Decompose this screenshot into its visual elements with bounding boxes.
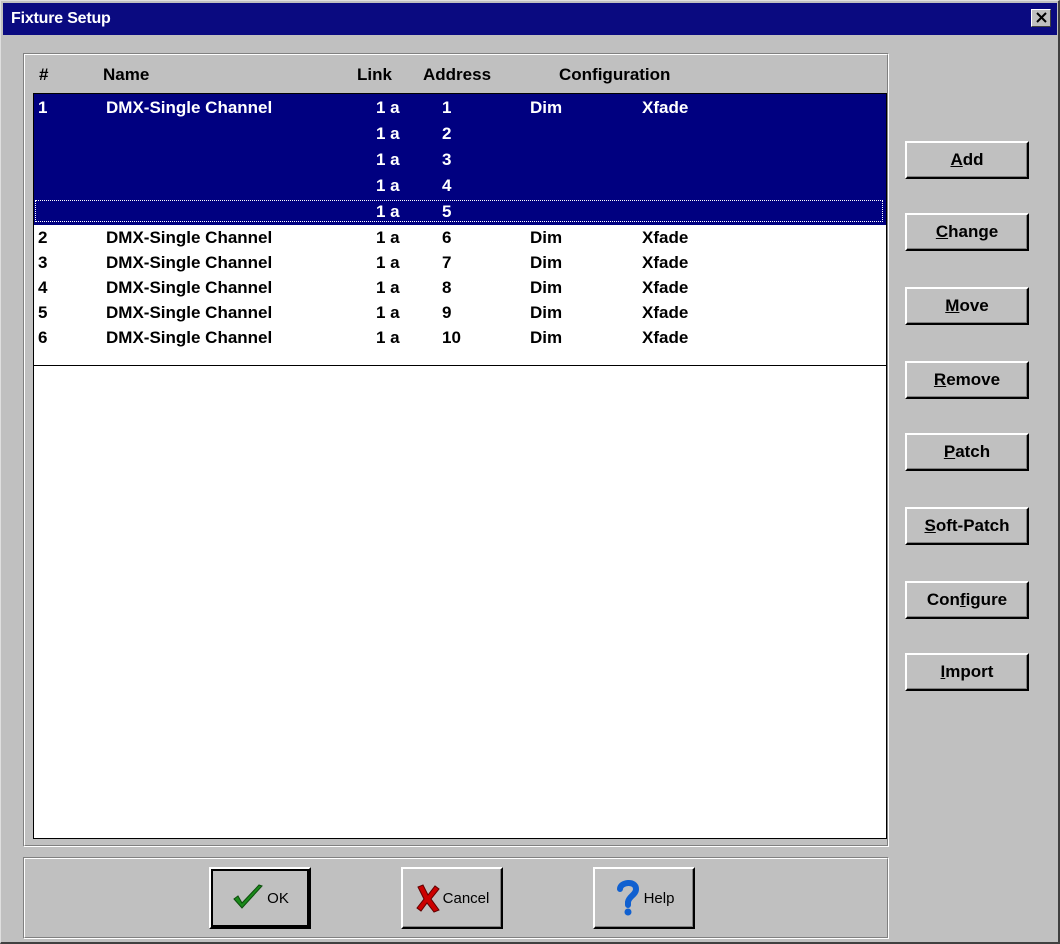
header-link: Link — [357, 65, 392, 84]
list-item[interactable]: 1 DMX-Single Channel 1 a 1 Dim Xfade — [34, 96, 886, 121]
header-address: Address — [423, 65, 492, 84]
list-item[interactable]: 1 a 5 — [34, 200, 886, 225]
header-name: Name — [103, 65, 150, 84]
fixture-link: 1 a — [376, 150, 400, 169]
fixture-address: 10 — [442, 328, 461, 347]
ok-label: OK — [267, 889, 289, 907]
fixture-link: 1 a — [376, 124, 400, 143]
fixture-address: 8 — [442, 278, 452, 297]
fixture-number: 6 — [38, 328, 48, 347]
fixture-name: DMX-Single Channel — [106, 228, 273, 247]
window-title: Fixture Setup — [11, 10, 111, 27]
fixture-address: 9 — [442, 303, 452, 322]
fixture-address: 7 — [442, 253, 452, 272]
list-item[interactable]: 3 DMX-Single Channel 1 a 7 Dim Xfade — [34, 251, 886, 276]
fixture-type: Dim — [530, 228, 563, 247]
fixture-number: 5 — [38, 303, 48, 322]
list-item[interactable]: 1 a 3 — [34, 148, 886, 173]
cancel-button[interactable]: Cancel — [401, 867, 503, 929]
list-item[interactable]: 1 a 4 — [34, 174, 886, 199]
fixture-type: Dim — [530, 253, 563, 272]
title-bar[interactable]: Fixture Setup — [3, 3, 1057, 35]
list-item[interactable]: 6 DMX-Single Channel 1 a 10 Dim Xfade — [34, 326, 886, 351]
question-mark-icon — [614, 879, 642, 917]
fixture-type: Dim — [530, 328, 563, 347]
cancel-label: Cancel — [442, 889, 490, 907]
fixture-name: DMX-Single Channel — [106, 253, 273, 272]
change-button[interactable]: Change — [905, 213, 1029, 251]
patch-button[interactable]: Patch — [905, 433, 1029, 471]
fixture-number: 2 — [38, 228, 48, 247]
move-button[interactable]: Move — [905, 287, 1029, 325]
fixture-type: Dim — [530, 303, 563, 322]
fixture-name: DMX-Single Channel — [106, 98, 273, 117]
fixture-address: 3 — [442, 150, 452, 169]
fixture-link: 1 a — [376, 98, 400, 117]
fixture-link: 1 a — [376, 303, 400, 322]
list-item[interactable]: 5 DMX-Single Channel 1 a 9 Dim Xfade — [34, 301, 886, 326]
fixture-number: 3 — [38, 253, 48, 272]
fixture-link: 1 a — [376, 202, 400, 221]
red-x-icon — [415, 883, 441, 913]
fixture-name: DMX-Single Channel — [106, 278, 273, 297]
soft-patch-button[interactable]: Soft-Patch — [905, 507, 1029, 545]
list-item[interactable]: 1 a 2 — [34, 122, 886, 147]
fixture-address: 1 — [442, 98, 452, 117]
fixture-address: 2 — [442, 124, 452, 143]
fixture-mode: Xfade — [642, 253, 689, 272]
fixture-address: 5 — [442, 202, 452, 221]
configure-button[interactable]: Con f igure — [905, 581, 1029, 619]
fixture-number: 1 — [38, 98, 48, 117]
import-button[interactable]: Import — [905, 653, 1029, 691]
fixture-type: Dim — [530, 98, 563, 117]
fixture-address: 6 — [442, 228, 452, 247]
fixture-mode: Xfade — [642, 228, 689, 247]
fixture-mode: Xfade — [642, 278, 689, 297]
help-label: Help — [643, 889, 675, 907]
fixture-mode: Xfade — [642, 328, 689, 347]
list-item[interactable]: 4 DMX-Single Channel 1 a 8 Dim Xfade — [34, 276, 886, 301]
fixture-address: 4 — [442, 176, 452, 195]
fixture-type: Dim — [530, 278, 563, 297]
ok-button[interactable]: OK — [209, 867, 311, 929]
fixture-mode: Xfade — [642, 98, 689, 117]
add-button[interactable]: Add — [905, 141, 1029, 179]
fixture-link: 1 a — [376, 278, 400, 297]
checkmark-icon — [231, 882, 265, 914]
fixture-name: DMX-Single Channel — [106, 303, 273, 322]
help-button[interactable]: Help — [593, 867, 695, 929]
fixture-link: 1 a — [376, 328, 400, 347]
list-header: # Name Link Address Configuration — [37, 65, 887, 89]
fixture-link: 1 a — [376, 228, 400, 247]
remove-button[interactable]: Remove — [905, 361, 1029, 399]
list-end-separator — [34, 365, 886, 366]
fixture-name: DMX-Single Channel — [106, 328, 273, 347]
fixture-setup-window: Fixture Setup # Name Link Address Config… — [0, 0, 1060, 944]
list-item[interactable]: 2 DMX-Single Channel 1 a 6 Dim Xfade — [34, 226, 886, 251]
fixture-list[interactable]: 1 DMX-Single Channel 1 a 1 Dim Xfade 1 a21 a31… — [33, 93, 887, 839]
fixture-mode: Xfade — [642, 303, 689, 322]
fixture-link: 1 a — [376, 176, 400, 195]
header-configuration: Configuration — [559, 65, 671, 84]
header-num: # — [39, 65, 49, 84]
fixture-link: 1 a — [376, 253, 400, 272]
close-button[interactable] — [1031, 9, 1051, 27]
fixture-number: 4 — [38, 278, 48, 297]
close-icon — [1036, 12, 1047, 23]
